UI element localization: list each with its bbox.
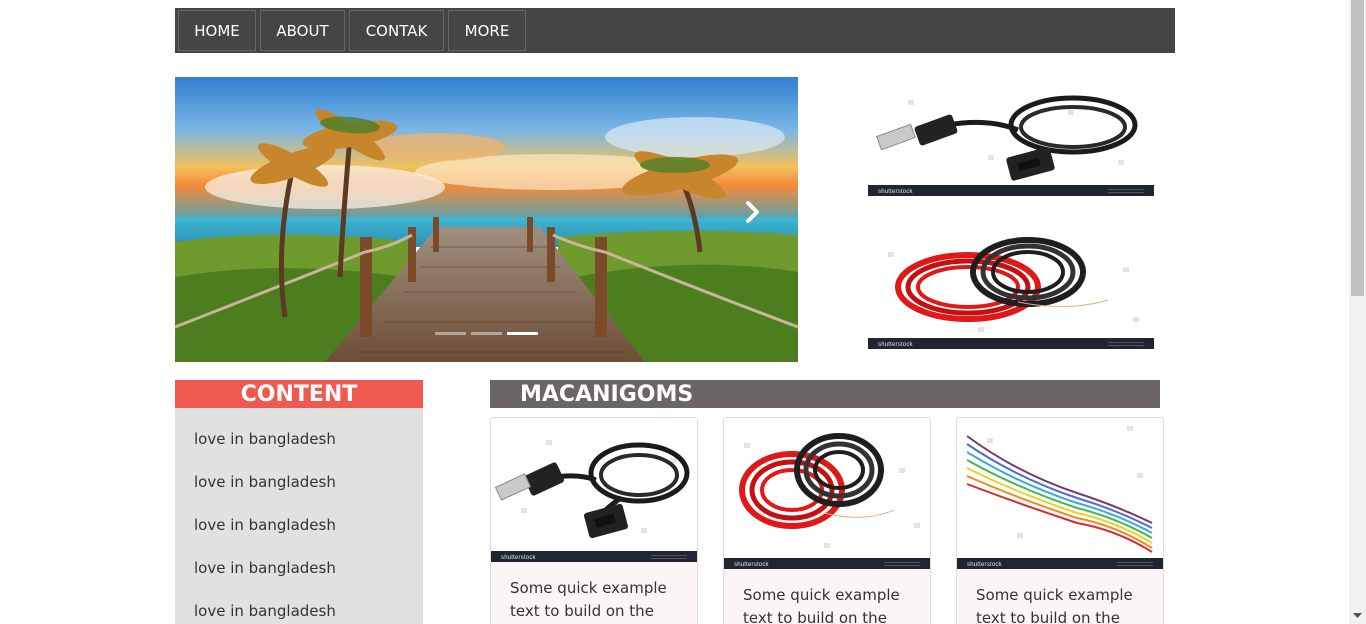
vertical-scrollbar[interactable] bbox=[1349, 0, 1366, 624]
watermark-text: shutterstock bbox=[878, 342, 913, 348]
product-card[interactable]: shutterstock Some quick example text to … bbox=[723, 417, 931, 624]
nav-contak[interactable]: CONTAK bbox=[349, 10, 444, 51]
page: HOME ABOUT CONTAK MORE shutterstock shut… bbox=[0, 0, 1366, 624]
content-list-item[interactable]: love in bangladesh bbox=[175, 428, 423, 471]
product-card-image: shutterstock bbox=[724, 418, 930, 569]
hero-carousel bbox=[175, 77, 798, 362]
scrollbar-thumb[interactable] bbox=[1351, 0, 1364, 296]
product-card-image: shutterstock bbox=[957, 418, 1163, 569]
content-heading: CONTENT bbox=[175, 380, 423, 408]
carousel-next-button[interactable] bbox=[740, 199, 766, 225]
watermark-text: shutterstock bbox=[501, 555, 536, 561]
usb-cable-image bbox=[494, 440, 690, 539]
content-list: love in bangladesh love in bangladesh lo… bbox=[175, 408, 423, 624]
chevron-right-icon bbox=[746, 201, 759, 223]
content-list-item[interactable]: love in bangladesh bbox=[175, 557, 423, 600]
nav-home[interactable]: HOME bbox=[178, 10, 256, 51]
watermark-text: shutterstock bbox=[967, 562, 1002, 568]
scroll-down-button[interactable] bbox=[1349, 607, 1366, 624]
side-product-image-usb[interactable]: shutterstock bbox=[868, 80, 1154, 196]
triangle-down-icon bbox=[1353, 612, 1362, 618]
watermark-text: shutterstock bbox=[878, 189, 913, 195]
top-nav: HOME ABOUT CONTAK MORE bbox=[175, 8, 1175, 53]
red-black-cables-image bbox=[888, 237, 1139, 332]
carousel-indicator-3[interactable] bbox=[507, 332, 538, 335]
carousel-indicators bbox=[435, 332, 538, 335]
product-card-text: Some quick example text to build on the bbox=[743, 586, 900, 624]
product-card[interactable]: shutterstock Some quick example text to … bbox=[956, 417, 1164, 624]
watermark-bar: shutterstock bbox=[868, 338, 1154, 349]
hero-image bbox=[175, 77, 798, 362]
watermark-bar: shutterstock bbox=[957, 558, 1163, 569]
product-card-image: shutterstock bbox=[491, 418, 697, 562]
product-card-text: Some quick example text to build on the bbox=[976, 586, 1133, 624]
content-list-item[interactable]: love in bangladesh bbox=[175, 600, 423, 624]
product-card[interactable]: shutterstock Some quick example text to … bbox=[490, 417, 698, 624]
carousel-indicator-1[interactable] bbox=[435, 332, 466, 335]
ribbon-wires-image bbox=[966, 426, 1153, 553]
red-black-cables-image bbox=[739, 433, 920, 548]
products-heading: MACANIGOMS bbox=[490, 380, 1160, 408]
content-list-item[interactable]: love in bangladesh bbox=[175, 471, 423, 514]
content-list-item[interactable]: love in bangladesh bbox=[175, 514, 423, 557]
watermark-text: shutterstock bbox=[734, 562, 769, 568]
product-card-text: Some quick example text to build on the bbox=[510, 579, 667, 620]
side-product-image-cables[interactable]: shutterstock bbox=[868, 232, 1154, 349]
nav-more[interactable]: MORE bbox=[448, 10, 526, 51]
watermark-bar: shutterstock bbox=[724, 558, 930, 569]
usb-cable-image bbox=[876, 95, 1138, 181]
watermark-bar: shutterstock bbox=[491, 551, 697, 562]
watermark-bar: shutterstock bbox=[868, 185, 1154, 196]
carousel-indicator-2[interactable] bbox=[471, 332, 502, 335]
nav-about[interactable]: ABOUT bbox=[260, 10, 345, 51]
